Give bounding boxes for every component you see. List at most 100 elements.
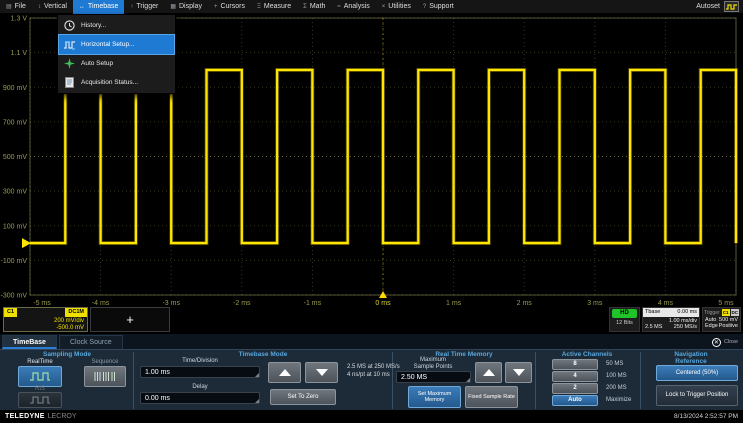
menu-trigger-label: Trigger: [136, 3, 158, 10]
timebase-descriptor[interactable]: Tbase 0.00 ms 1.00 ms/div 2.5 MS 250 MS/…: [642, 307, 700, 332]
tab-timebase[interactable]: TimeBase: [2, 335, 57, 349]
menu-support-label: Support: [429, 3, 454, 10]
set-maximum-memory-button[interactable]: Set Maximum Memory: [408, 386, 461, 408]
c1-channel-badge: C1: [4, 308, 17, 317]
active-channels-8-button[interactable]: 8: [552, 359, 598, 370]
timebase-dialog: TimeBase Clock Source ✕ Close Sampling M…: [0, 334, 743, 410]
menu-item-horizontal-setup[interactable]: Horizontal Setup...: [59, 35, 174, 54]
menu-display[interactable]: ▦Display: [164, 0, 208, 14]
realtime-waveform-icon: [29, 371, 51, 382]
menu-item-history[interactable]: History...: [59, 16, 174, 35]
menu-cursors-label: Cursors: [220, 3, 245, 10]
dialog-tab-bar: TimeBase Clock Source ✕ Close: [0, 334, 743, 349]
menu-utilities[interactable]: ×Utilities: [376, 0, 417, 14]
menu-vertical[interactable]: ↕Vertical: [32, 0, 73, 14]
measure-icon: Ξ: [257, 4, 261, 10]
lock-to-trigger-button[interactable]: Lock to Trigger Position: [656, 385, 738, 406]
menu-cursors[interactable]: +Cursors: [208, 0, 251, 14]
delay-field[interactable]: 0.00 ms: [140, 392, 260, 404]
svg-text:700 mV: 700 mV: [3, 119, 27, 126]
svg-text:-1 ms: -1 ms: [304, 300, 322, 307]
autoset-waveform-icon: [726, 3, 737, 11]
navigation-reference-title: Navigation Reference: [665, 351, 717, 365]
menu-support[interactable]: ?Support: [417, 0, 460, 14]
cursors-icon: +: [214, 4, 218, 10]
down-arrow-icon: [316, 369, 328, 376]
time-division-decrease-button[interactable]: [305, 362, 338, 383]
fixed-sample-rate-button[interactable]: Fixed Sample Rate: [465, 386, 518, 408]
svg-text:900 mV: 900 mV: [3, 85, 27, 92]
hd-mode-descriptor[interactable]: HD 12 Bits: [609, 307, 640, 332]
svg-text:-4 ms: -4 ms: [92, 300, 110, 307]
delay-label: Delay: [192, 384, 207, 391]
menu-measure[interactable]: ΞMeasure: [251, 0, 297, 14]
sampling-mode-title: Sampling Mode: [43, 351, 91, 358]
svg-text:5 ms: 5 ms: [718, 300, 734, 307]
max-sample-points-field[interactable]: 2.50 MS: [396, 371, 471, 383]
realtime-mode-button[interactable]: [18, 366, 62, 387]
active-channels-8-memory: 50 MS: [606, 361, 623, 367]
svg-text:-2 ms: -2 ms: [233, 300, 251, 307]
centered-button[interactable]: Centered (50%): [656, 365, 738, 381]
active-channels-2-memory: 200 MS: [606, 385, 627, 391]
svg-text:3 ms: 3 ms: [587, 300, 603, 307]
trigger-descriptor[interactable]: Trigger C1 DC Auto 500 mV Edge Positive: [702, 307, 741, 332]
ris-waveform-icon: [29, 395, 51, 405]
close-label: Close: [724, 339, 738, 345]
history-clock-icon: [63, 19, 76, 32]
set-to-zero-button[interactable]: Set To Zero: [270, 389, 336, 405]
hd-bits: 12 Bits: [610, 320, 639, 326]
menu-analysis-label: Analysis: [344, 3, 370, 10]
add-trace-button[interactable]: +: [90, 307, 170, 332]
trigger-label: Trigger: [704, 310, 721, 316]
tbase-position: 0.00 ms: [677, 308, 697, 317]
tbase-scale: 1.00 ms/div: [643, 317, 699, 324]
menu-file[interactable]: ▤File: [0, 0, 32, 14]
trigger-source-badge: C1: [722, 309, 730, 316]
svg-text:1.1 V: 1.1 V: [11, 50, 28, 57]
menu-bar: ▤File ↕Vertical ↔Timebase ↑Trigger ▦Disp…: [0, 0, 743, 14]
time-division-increase-button[interactable]: [268, 362, 301, 383]
plus-icon: +: [126, 312, 134, 327]
menu-timebase[interactable]: ↔Timebase: [73, 0, 124, 14]
active-channels-4-button[interactable]: 4: [552, 371, 598, 382]
display-icon: ▦: [170, 3, 176, 10]
hd-badge: HD: [612, 309, 637, 318]
autoset-label: Autoset: [696, 3, 720, 10]
timebase-dropdown-menu: History... Horizontal Setup... Auto Setu…: [57, 14, 176, 94]
active-channels-2-button[interactable]: 2: [552, 383, 598, 394]
memory-decrease-button[interactable]: [505, 362, 532, 383]
ris-mode-button[interactable]: [18, 392, 62, 408]
menu-item-auto-setup[interactable]: Auto Setup: [59, 54, 174, 73]
time-division-label: Time/Division: [182, 358, 218, 365]
memory-increase-button[interactable]: [475, 362, 502, 383]
time-division-field[interactable]: 1.00 ms: [140, 366, 260, 378]
menu-trigger[interactable]: ↑Trigger: [124, 0, 164, 14]
menu-math[interactable]: ΣMath: [297, 0, 331, 14]
autoset-button[interactable]: [724, 1, 739, 12]
utilities-icon: ×: [382, 4, 386, 10]
active-channels-auto-button[interactable]: Auto: [552, 395, 598, 406]
dialog-body: Sampling Mode RealTime Sequence RIS Time…: [0, 349, 743, 410]
sequence-label: Sequence: [91, 359, 118, 365]
menu-vertical-label: Vertical: [44, 3, 67, 10]
menu-analysis[interactable]: ≈ Analysis: [331, 0, 375, 14]
analysis-icon: ≈: [337, 4, 340, 10]
channel-c1-descriptor[interactable]: C1 DC1M 200 mV/div -500.0 mV: [3, 307, 88, 332]
close-icon: ✕: [712, 338, 721, 347]
timebase-icon: ↔: [79, 4, 85, 10]
down-arrow-icon: [513, 369, 525, 376]
section-divider: [640, 352, 641, 409]
status-bar: TELEDYNE LECROY 8/13/2024 2:52:57 PM: [0, 410, 743, 423]
file-icon: ▤: [6, 3, 12, 10]
brand-lecroy: LECROY: [48, 413, 77, 420]
menu-display-label: Display: [179, 3, 202, 10]
section-divider: [535, 352, 536, 409]
sequence-mode-button[interactable]: [84, 366, 126, 387]
dialog-close-button[interactable]: ✕ Close: [712, 335, 743, 349]
svg-text:300 mV: 300 mV: [3, 189, 27, 196]
tbase-samples: 2.5 MS: [645, 324, 662, 330]
svg-text:0 ms: 0 ms: [375, 300, 391, 307]
menu-item-acquisition-status[interactable]: Acquisition Status...: [59, 73, 174, 92]
tab-clock-source[interactable]: Clock Source: [59, 335, 123, 349]
